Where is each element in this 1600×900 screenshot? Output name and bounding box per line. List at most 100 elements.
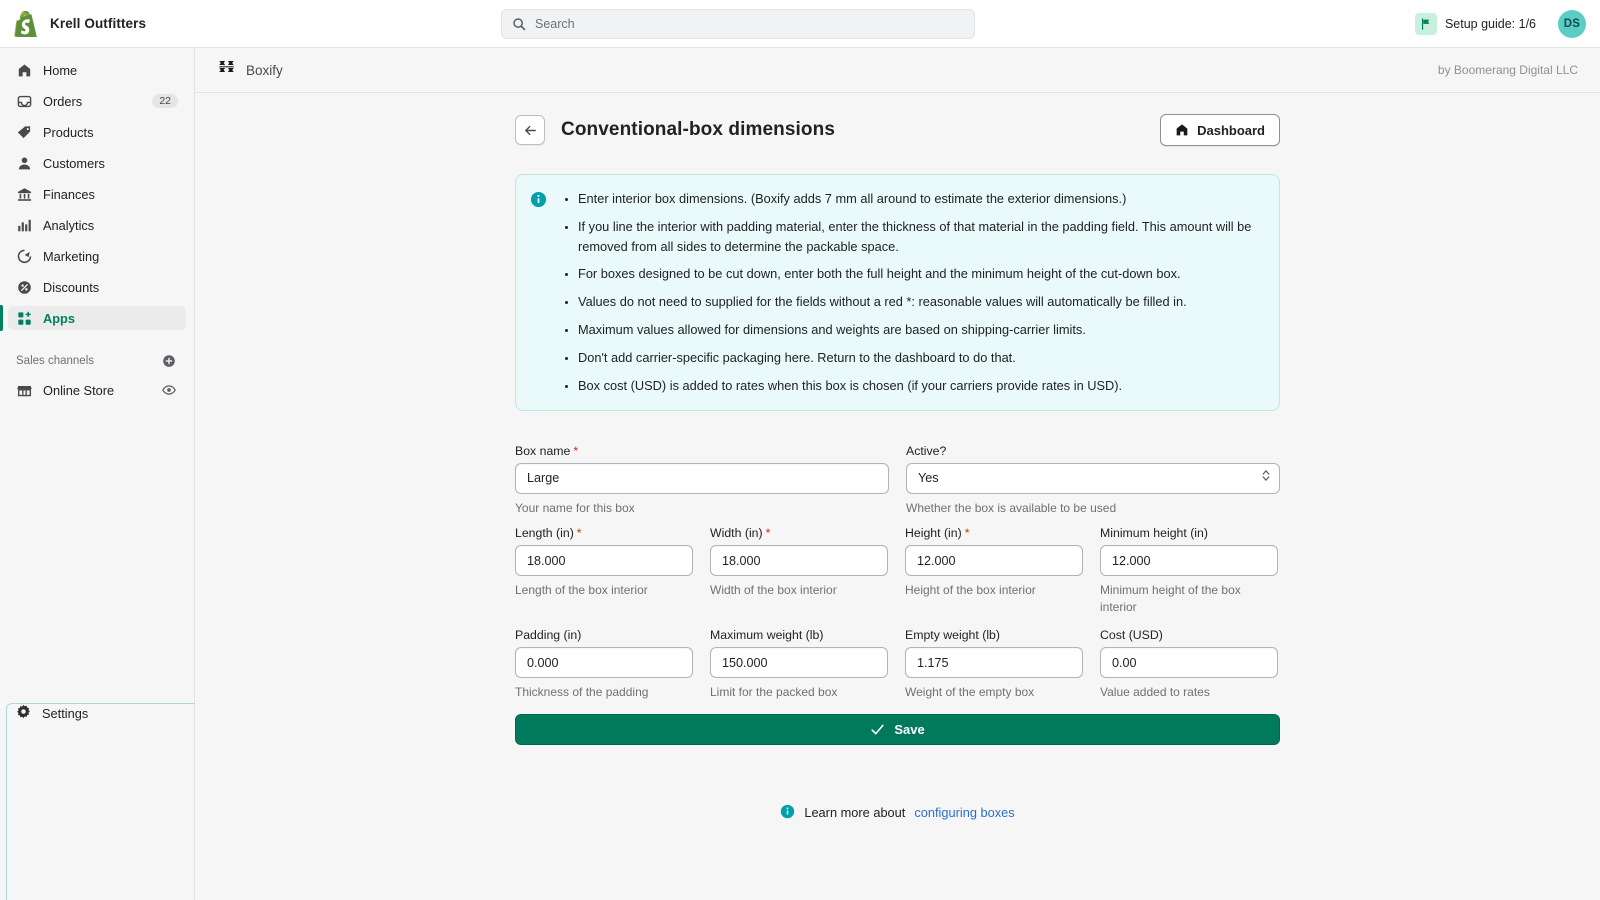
eye-icon[interactable] [160, 381, 178, 399]
info-bullet: Box cost (USD) is added to rates when th… [578, 376, 1263, 396]
minimum-height-input[interactable] [1100, 545, 1278, 577]
info-circle-icon [530, 191, 547, 396]
arrow-left-icon [524, 125, 536, 135]
field-padding: Padding (in) Thickness of the padding [515, 628, 693, 701]
info-bullet: For boxes designed to be cut down, enter… [578, 264, 1263, 284]
bar-chart-icon [16, 217, 32, 233]
main-content: Conventional-box dimensions Dashboard En… [195, 93, 1600, 900]
sidebar-item-online-store[interactable]: Online Store [8, 378, 186, 402]
field-label: Minimum height (in) [1100, 526, 1208, 541]
sidebar-item-label: Orders [43, 93, 83, 109]
sidebar-item-home[interactable]: Home [8, 58, 186, 82]
app-byline: by Boomerang Digital LLC [1437, 63, 1578, 77]
field-label-text: Length (in) [515, 526, 574, 541]
dashboard-button-label: Dashboard [1197, 122, 1265, 138]
sidebar-item-finances[interactable]: Finances [8, 182, 186, 206]
info-bullet: Enter interior box dimensions. (Boxify a… [578, 189, 1263, 209]
height-input[interactable] [905, 545, 1083, 577]
field-help: Whether the box is available to be used [906, 500, 1117, 515]
field-help: Height of the box interior [905, 583, 1036, 598]
search-input[interactable] [535, 17, 964, 31]
field-label-text: Width (in) [710, 526, 763, 541]
store-name: Krell Outfitters [50, 16, 147, 31]
flag-icon [1414, 13, 1437, 35]
boxify-logo-icon [217, 58, 236, 82]
bank-icon [16, 186, 32, 202]
sidebar-item-label: Analytics [43, 217, 95, 233]
sidebar-item-label: Discounts [43, 279, 100, 295]
required-marker: * [573, 443, 579, 458]
field-cost: Cost (USD) Value added to rates [1100, 628, 1278, 701]
save-button[interactable]: Save [515, 713, 1280, 745]
top-bar: Krell Outfitters Setup guide: 1/6 DS [0, 0, 1600, 48]
discount-icon [16, 279, 32, 295]
sidebar-item-customers[interactable]: Customers [8, 151, 186, 175]
field-label: Length (in) * [515, 526, 693, 540]
sidebar: Home Orders 22 Products Customers Financ… [0, 48, 195, 900]
sidebar-item-analytics[interactable]: Analytics [8, 213, 186, 237]
tag-icon [16, 124, 32, 140]
length-input[interactable] [515, 545, 693, 577]
sidebar-item-label: Finances [43, 186, 95, 202]
sidebar-focus-outline [6, 703, 195, 900]
width-input[interactable] [710, 545, 888, 577]
save-button-label: Save [894, 721, 925, 737]
page-header: Conventional-box dimensions Dashboard [515, 108, 1280, 152]
sidebar-item-marketing[interactable]: Marketing [8, 244, 186, 268]
field-help: Length of the box interior [515, 583, 648, 598]
person-icon [16, 155, 32, 171]
field-help: Weight of the empty box [905, 685, 1035, 700]
field-help: Limit for the packed box [710, 685, 838, 700]
active-select[interactable]: Yes [906, 462, 1280, 494]
sidebar-item-discounts[interactable]: Discounts [8, 275, 186, 299]
back-button[interactable] [515, 115, 545, 145]
page-title: Conventional-box dimensions [561, 119, 835, 140]
check-icon [871, 724, 884, 735]
orders-badge: 22 [152, 94, 178, 108]
cost-input[interactable] [1100, 647, 1278, 679]
search-bar[interactable] [501, 9, 975, 39]
sidebar-item-label: Settings [42, 705, 89, 721]
app-brand[interactable]: Boxify [217, 58, 283, 82]
dashboard-button[interactable]: Dashboard [1160, 114, 1280, 146]
search-icon [513, 18, 526, 31]
megaphone-icon [16, 248, 32, 264]
box-name-input[interactable] [515, 462, 889, 494]
info-bullet: If you line the interior with padding ma… [578, 217, 1263, 257]
field-help: Width of the box interior [710, 583, 837, 598]
required-marker: * [964, 526, 970, 541]
active-select-wrap: Yes [906, 462, 1280, 494]
setup-guide-button[interactable]: Setup guide: 1/6 [1407, 8, 1544, 40]
home-icon [16, 62, 32, 78]
form-row-identity: Box name* Your name for this box Active?… [515, 444, 1280, 517]
shopify-bag-icon [14, 10, 37, 37]
field-label: Cost (USD) [1100, 628, 1163, 643]
sidebar-item-orders[interactable]: Orders 22 [8, 89, 186, 113]
field-empty-weight: Empty weight (lb) Weight of the empty bo… [905, 628, 1083, 701]
padding-input[interactable] [515, 647, 693, 679]
field-width: Width (in)* Width of the box interior [710, 526, 888, 616]
field-label: Height (in) * [905, 526, 1083, 540]
home-icon [1176, 124, 1188, 136]
info-bullet: Values do not need to supplied for the f… [578, 292, 1263, 312]
field-label: Padding (in) [515, 628, 582, 643]
store-brand[interactable]: Krell Outfitters [0, 10, 195, 37]
maximum-weight-input[interactable] [710, 647, 888, 679]
field-height: Height (in)* Height of the box interior [905, 526, 1083, 616]
sidebar-item-settings[interactable]: Settings [8, 701, 96, 725]
field-label: Width (in) * [710, 526, 888, 540]
sidebar-item-products[interactable]: Products [8, 120, 186, 144]
sidebar-item-label: Marketing [43, 248, 100, 264]
info-circle-icon [780, 804, 795, 822]
configuring-boxes-link[interactable]: configuring boxes [914, 805, 1014, 820]
sidebar-item-apps[interactable]: Apps [0, 305, 186, 331]
avatar[interactable]: DS [1558, 10, 1586, 38]
sidebar-item-label: Products [43, 124, 94, 140]
empty-weight-input[interactable] [905, 647, 1083, 679]
sidebar-item-label: Online Store [43, 382, 115, 398]
apps-grid-icon [16, 310, 32, 326]
plus-circle-icon[interactable] [160, 352, 178, 370]
setup-guide-label: Setup guide: 1/6 [1444, 17, 1536, 31]
form-row-dimensions: Length (in)* Length of the box interior … [515, 526, 1280, 616]
field-label: Maximum weight (lb) [710, 628, 824, 643]
